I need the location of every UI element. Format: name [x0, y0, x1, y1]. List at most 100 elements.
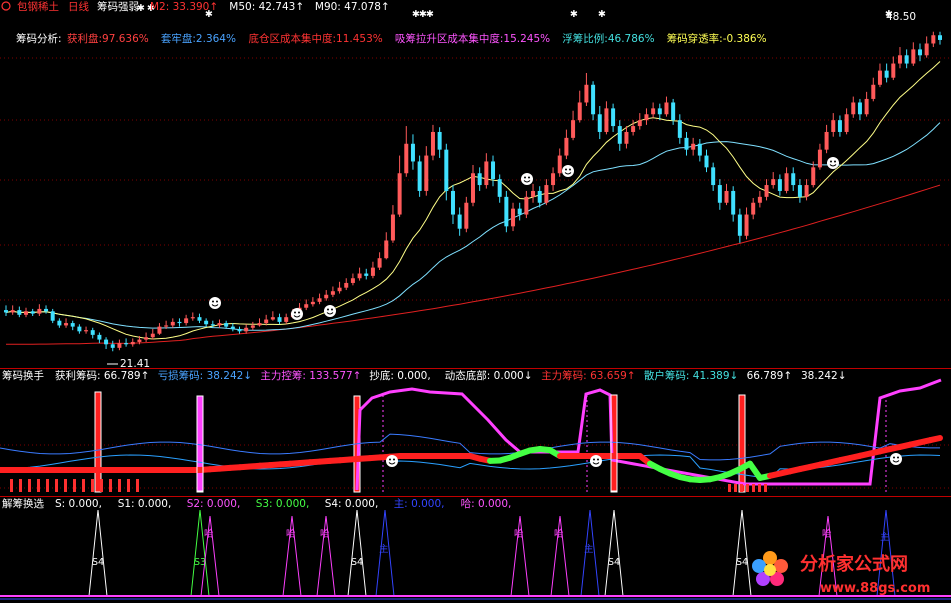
candle-body [631, 126, 636, 132]
candle-body [124, 343, 129, 345]
smiley-icon [827, 157, 839, 169]
panel3-item-6: 哈: 0.000, [461, 497, 512, 510]
stock-title: 包钢稀土 [17, 0, 59, 13]
candle-body [737, 214, 742, 236]
candle-body [417, 161, 422, 191]
candle-body [904, 55, 909, 64]
candle-body [357, 273, 362, 279]
panel3-title: 解筹换选 [2, 497, 44, 510]
signal-bar [738, 394, 746, 493]
candle-body [190, 317, 195, 319]
candle-body [144, 337, 149, 340]
analysis-item-0: 获利盘:97.636% [67, 32, 149, 45]
smiley-icon [386, 455, 398, 467]
candle-body [924, 43, 929, 56]
candle-body [864, 98, 869, 115]
period-label: 日线 [68, 0, 89, 13]
main-control-line [355, 378, 942, 491]
candle-body [524, 196, 529, 215]
signal-spike-label: 哈 [286, 528, 296, 540]
candle-body [170, 321, 175, 326]
signal-spike-label: 哈 [204, 528, 214, 540]
candle-body [704, 155, 709, 168]
candle-body [504, 196, 509, 227]
candle-body [697, 143, 702, 156]
candle-body [544, 185, 549, 203]
candle-body [177, 321, 182, 324]
candle-body [877, 70, 882, 85]
signal-spike [550, 515, 570, 597]
ma-long-line [6, 184, 941, 345]
candle-body [244, 327, 249, 332]
candle-body [164, 325, 169, 327]
candle-body [497, 179, 502, 197]
candle-body [404, 143, 409, 174]
candle-body [644, 114, 649, 121]
candle-body [577, 102, 582, 121]
candle-body [317, 298, 322, 302]
candle-body [471, 173, 475, 203]
candle-body [390, 214, 395, 241]
candle-body [657, 108, 662, 115]
volume-tick [746, 484, 749, 492]
signal-spike-label: 哈 [514, 528, 524, 540]
ma-value-1: M50: 42.743↑ [229, 1, 304, 13]
grid-lines [0, 57, 951, 497]
panel2-item-2: 主力控筹: 133.577↑ [260, 369, 361, 382]
stock-chart: S4 S3哈哈哈S4主哈 哈主S4 S4哈主 ✱ ✱✱ ✱ ✱ ✱ ✱ ✱ ✱ 包钢稀土 日线 筹码… [0, 0, 951, 600]
volume-tick [136, 479, 139, 492]
volume-tick [64, 479, 67, 492]
candle-body [557, 155, 562, 174]
candle-body [277, 317, 282, 322]
panel2-item-1: 亏损筹码: 38.242↓ [158, 369, 252, 382]
signal-spike [88, 509, 108, 597]
candle-body [117, 343, 122, 348]
watermark: 分析家公式网 www.88gs.com [752, 551, 930, 596]
panel3-item-2: S2: 0.000, [187, 498, 241, 510]
header: 包钢稀土 日线 筹码强弱 M2: 33.390↑ M50: 42.743↑ M90:… [1, 0, 390, 13]
signal-spike-label: 主 [584, 543, 594, 555]
candle-body [364, 273, 369, 276]
volume-tick [19, 479, 22, 492]
panel2-item-8: 38.242↓ [801, 370, 847, 382]
candle-body [804, 185, 809, 197]
candle-body [744, 214, 749, 236]
volume-tick [728, 484, 731, 492]
candle-body [110, 344, 115, 348]
signal-spike-label: S4 [351, 557, 363, 568]
signal-spike [347, 509, 367, 597]
volume-tick [109, 479, 112, 492]
candle-body [97, 334, 102, 340]
low-price-label: 21.41 [120, 358, 150, 370]
candle-body [304, 304, 309, 308]
panel2-item-3: 抄底: 0.000, [369, 369, 430, 382]
panel2-header: 筹码换手 获利筹码: 66.789↑ 亏损筹码: 38.242↓ 主力控筹: 133… [2, 369, 847, 382]
candle-body [871, 84, 876, 99]
candle-body [350, 278, 355, 283]
signal-spike-label: 主 [379, 543, 389, 555]
signal-spike [732, 509, 752, 597]
panel2-item-7: 66.789↑ [747, 370, 793, 382]
candle-body [777, 179, 782, 191]
candle-body [684, 137, 689, 150]
candle-body [664, 102, 669, 115]
candle-body [224, 323, 229, 327]
candle-body [410, 143, 415, 162]
stock-icon [1, 1, 11, 11]
candle-body [637, 120, 642, 127]
candle-body [44, 308, 49, 312]
candle-body [671, 102, 676, 121]
smiley-icon [521, 173, 533, 185]
panel2-title: 筹码换手 [2, 369, 44, 382]
volume-tick [752, 484, 755, 492]
candle-body [624, 131, 629, 144]
candle-body [824, 131, 829, 150]
signal-spike [316, 515, 336, 597]
signal-markers: ✱ ✱✱ ✱ ✱ ✱ ✱ ✱ ✱ [137, 3, 902, 467]
signal-spike-label: 哈 [554, 528, 564, 540]
candle-body [857, 102, 862, 115]
smiley-icon [590, 455, 602, 467]
volume-tick [73, 479, 76, 492]
candle-body [517, 208, 522, 215]
panel3-item-4: S4: 0.000, [325, 498, 379, 510]
